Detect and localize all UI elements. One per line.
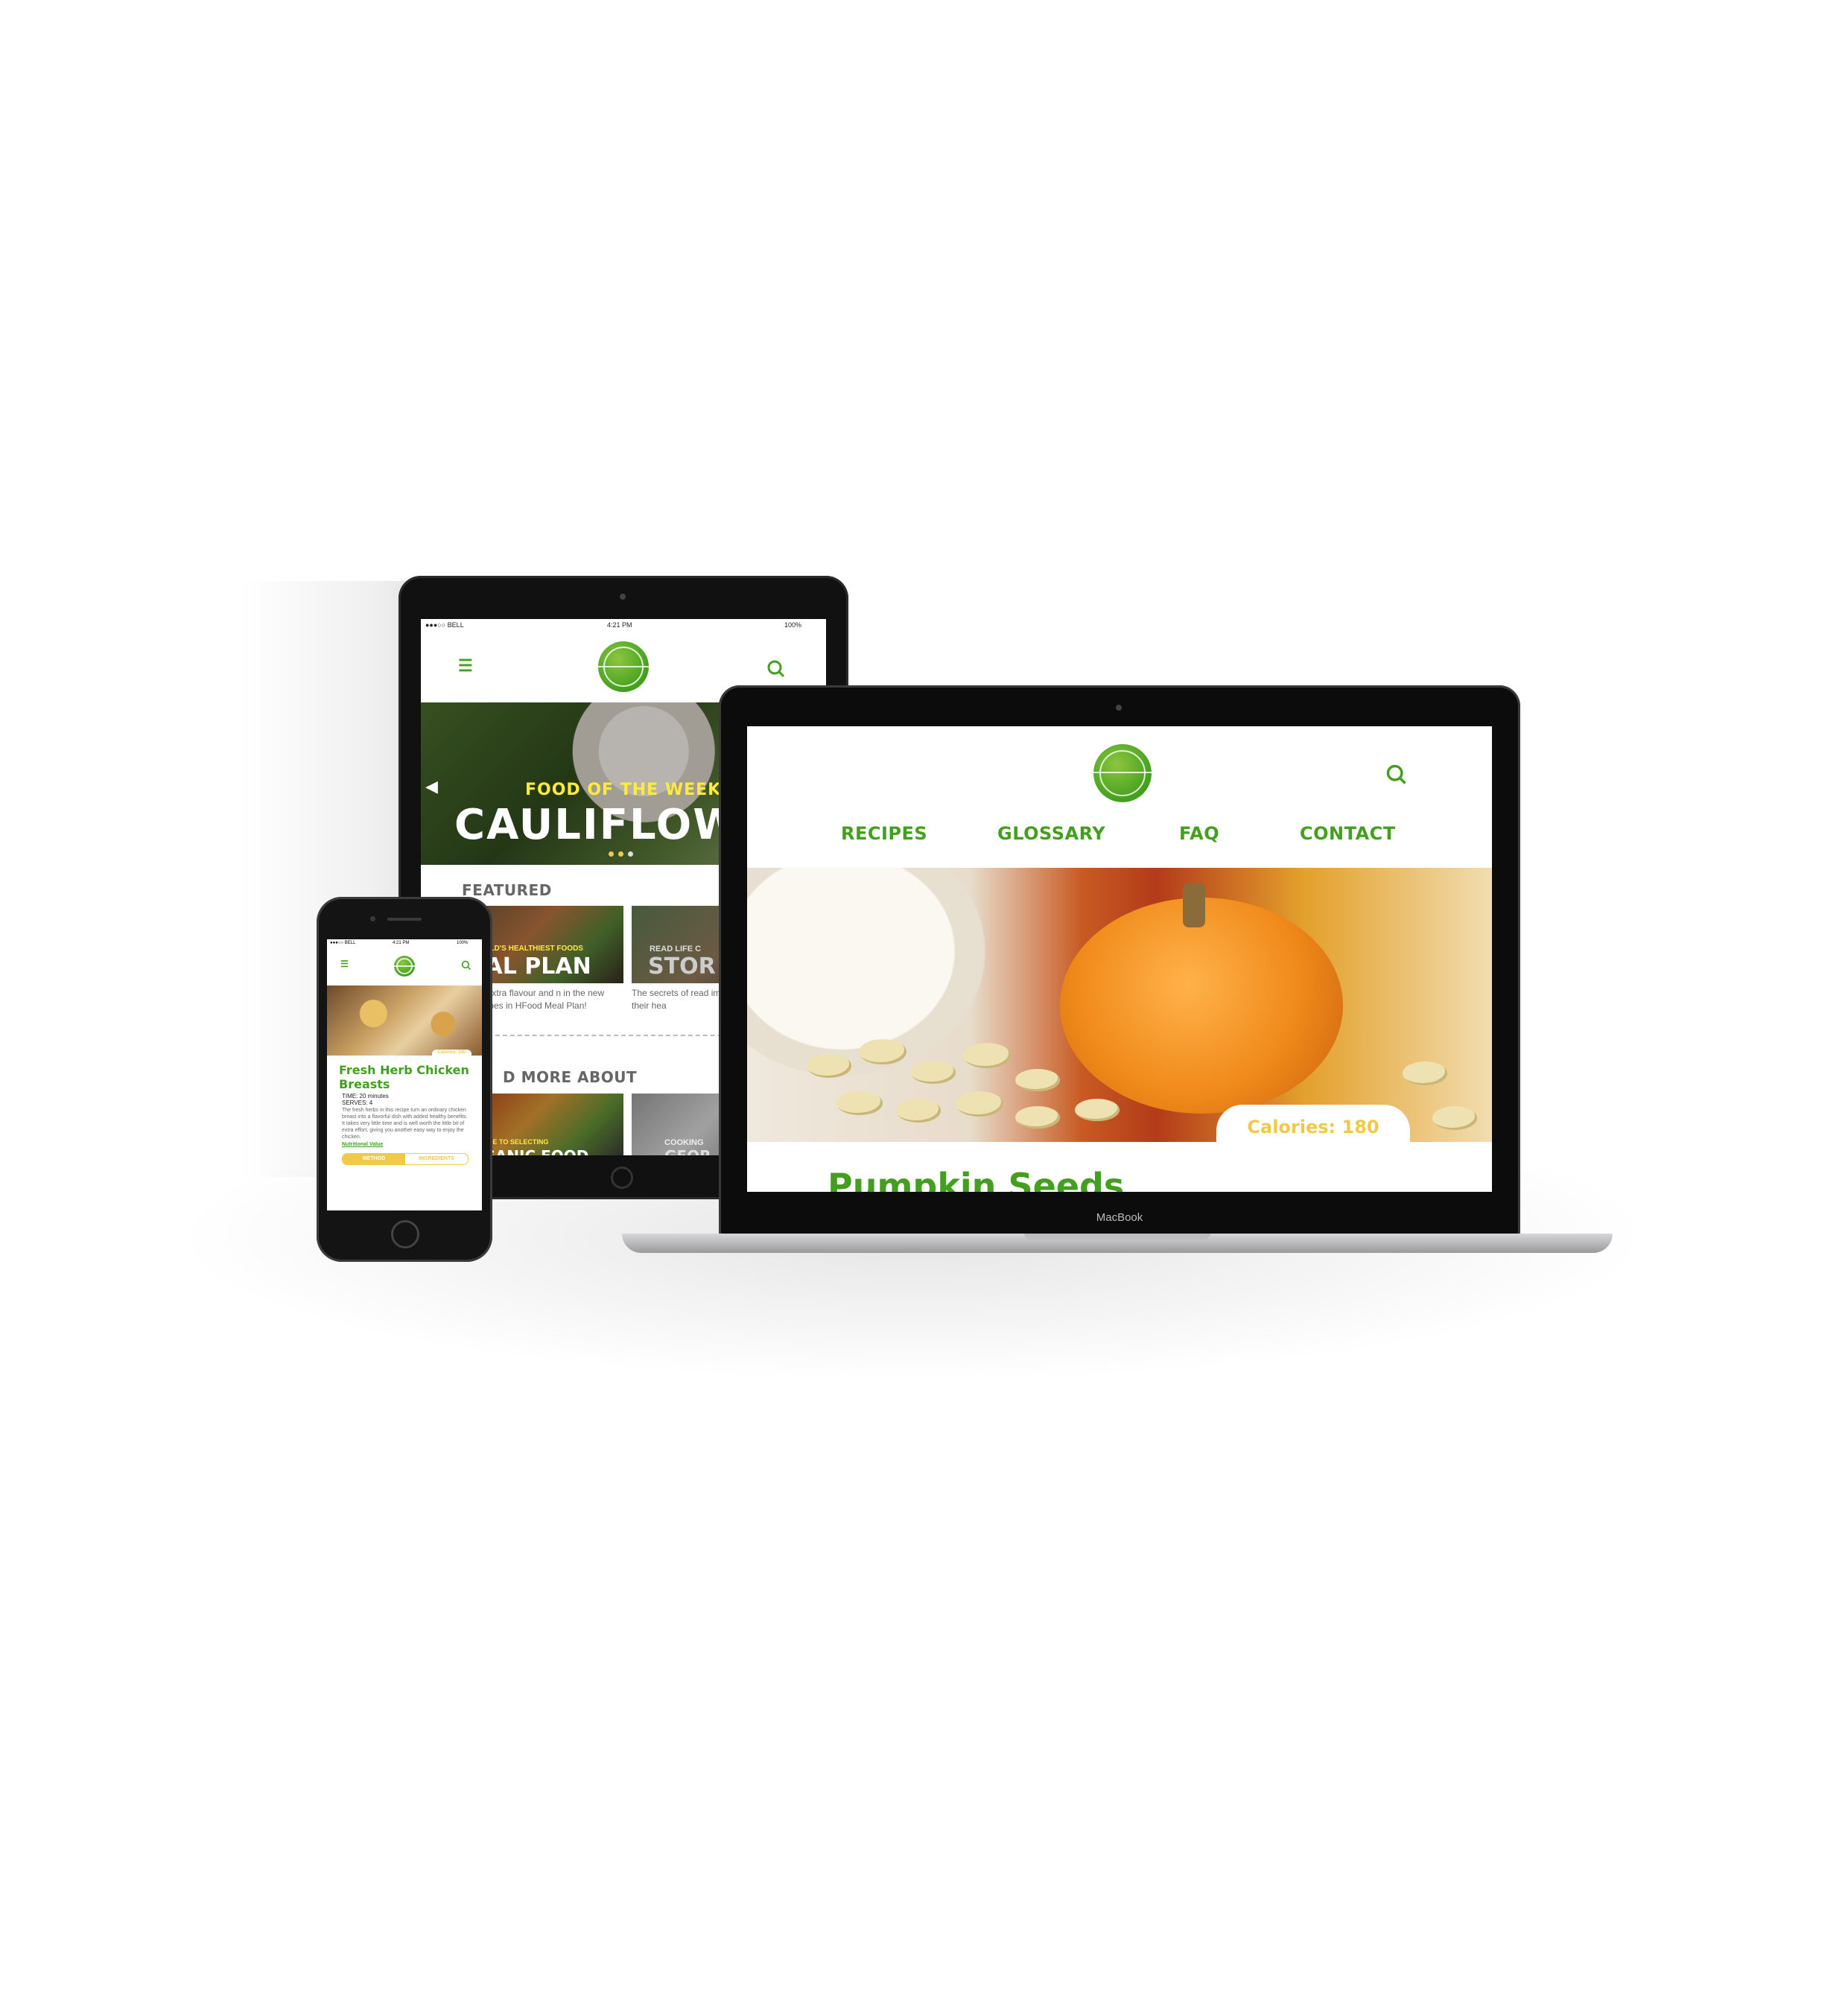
pumpkin-stem	[1183, 883, 1205, 927]
laptop-notch	[1024, 1234, 1210, 1240]
nutritional-value-link[interactable]: Nutritional Value	[342, 1142, 383, 1147]
phone-device: ●●●○○ BELL 4:21 PM 100% ☰ Calories: 250 …	[317, 897, 492, 1262]
status-time: 4:21 PM	[393, 941, 410, 945]
menu-icon[interactable]: ☰	[458, 656, 473, 676]
tablet-home-button[interactable]	[611, 1167, 633, 1189]
logo-globe[interactable]	[598, 641, 649, 692]
card-overline: READ LIFE C	[650, 945, 702, 953]
read-more-title: D MORE ABOUT	[503, 1068, 638, 1086]
phone-camera	[370, 916, 375, 921]
card-text: he extra flavour and n in the new recipe…	[474, 988, 605, 1011]
status-battery: 100%	[457, 941, 469, 945]
recipe-title: Fresh Herb Chicken Breasts	[339, 1063, 469, 1091]
tab-ingredients[interactable]: INGREDIENTS	[405, 1154, 468, 1164]
laptop-base	[622, 1234, 1613, 1253]
carousel-dots[interactable]	[609, 851, 633, 857]
status-time: 4:21 PM	[607, 621, 632, 629]
nav-glossary[interactable]: GLOSSARY	[997, 823, 1105, 844]
carousel-prev-icon[interactable]: ◀	[425, 777, 438, 796]
calorie-tag: Calories: 250	[431, 1050, 471, 1056]
status-carrier: ●●●○○ BELL	[425, 621, 464, 629]
calories-badge: Calories: 180	[1216, 1105, 1410, 1142]
card-headline: STOR	[648, 953, 716, 980]
nav-contact[interactable]: CONTACT	[1300, 823, 1396, 844]
recipe-tabs: METHOD INGREDIENTS	[342, 1153, 469, 1165]
tablet-camera	[620, 594, 626, 600]
logo-globe[interactable]	[1093, 744, 1152, 802]
recipe-serves: SERVES: 4	[342, 1099, 373, 1106]
pumpkin-shape	[1060, 898, 1343, 1114]
page-title: Pumpkin Seeds	[828, 1166, 1125, 1192]
phone-screen: ●●●○○ BELL 4:21 PM 100% ☰ Calories: 250 …	[327, 939, 482, 1210]
menu-icon[interactable]: ☰	[340, 959, 349, 969]
laptop-camera	[1116, 705, 1122, 711]
laptop-brand-label: MacBook	[1096, 1211, 1143, 1224]
logo-globe[interactable]	[394, 956, 415, 977]
tab-method[interactable]: METHOD	[343, 1154, 405, 1164]
nav-faq[interactable]: FAQ	[1179, 823, 1219, 844]
recipe-description: The fresh herbs in this recipe turn an o…	[342, 1108, 468, 1140]
phone-home-button[interactable]	[391, 1220, 419, 1248]
hero-image-pumpkin: Calories: 180	[747, 868, 1492, 1142]
status-carrier: ●●●○○ BELL	[330, 941, 356, 945]
laptop-device: RECIPES GLOSSARY FAQ CONTACT Calories: 1…	[719, 685, 1520, 1237]
search-icon[interactable]	[766, 659, 786, 679]
featured-title: FEATURED	[462, 881, 552, 899]
card-headline: GEOR	[664, 1147, 711, 1155]
nav-recipes[interactable]: RECIPES	[841, 823, 927, 844]
status-battery: 100%	[784, 621, 802, 629]
search-icon[interactable]	[1385, 764, 1408, 786]
search-icon[interactable]	[461, 960, 471, 971]
laptop-screen: RECIPES GLOSSARY FAQ CONTACT Calories: 1…	[747, 726, 1492, 1192]
card-overline: COOKING	[664, 1138, 704, 1147]
hero-kicker: FOOD OF THE WEEK	[525, 781, 722, 799]
hero-headline: CAULIFLOW	[454, 801, 741, 849]
recipe-hero-image: Calories: 250	[327, 986, 482, 1056]
phone-speaker	[387, 918, 422, 921]
